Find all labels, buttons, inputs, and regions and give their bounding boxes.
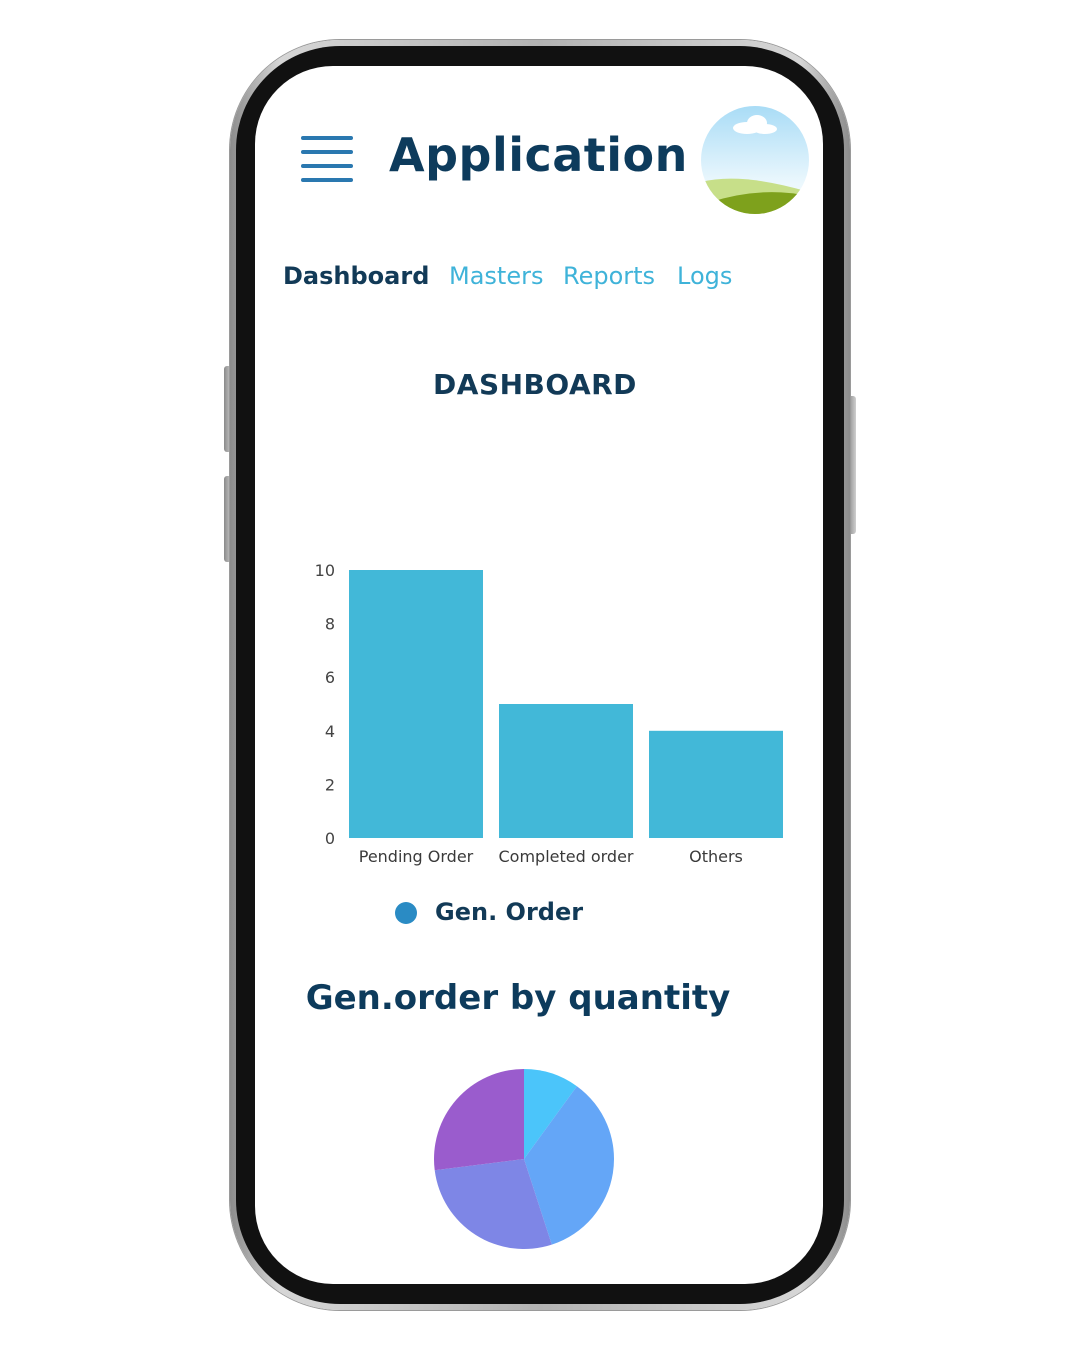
hamburger-menu-icon[interactable] [301, 136, 353, 184]
y-tick-label: 4 [325, 722, 335, 741]
legend-swatch [395, 902, 417, 924]
pie-chart-title: Gen.order by quantity [305, 978, 731, 1018]
y-tick-label: 10 [315, 561, 335, 580]
nav-dashboard[interactable]: Dashboard [283, 262, 429, 290]
y-tick-label: 6 [325, 668, 335, 687]
y-tick-label: 8 [325, 615, 335, 634]
x-tick-label: Completed order [498, 847, 633, 866]
x-tick-label: Others [689, 847, 743, 866]
bar[interactable] [649, 730, 783, 838]
bar[interactable] [349, 570, 483, 838]
nav-reports[interactable]: Reports [563, 262, 655, 290]
landscape-avatar-icon [701, 106, 809, 214]
pie-chart [434, 1069, 614, 1249]
nav-logs[interactable]: Logs [677, 262, 732, 290]
avatar[interactable] [701, 106, 809, 214]
stage: Application Dashboard Masters Reports Lo… [0, 0, 1080, 1350]
phone-screen: Application Dashboard Masters Reports Lo… [255, 66, 823, 1284]
y-tick-label: 0 [325, 829, 335, 848]
bar[interactable] [499, 704, 633, 838]
nav-masters[interactable]: Masters [449, 262, 543, 290]
dashboard-title: DASHBOARD [433, 368, 637, 401]
legend-label: Gen. Order [435, 898, 584, 926]
bar-chart: 0 2 4 6 8 10 Pending Order Completed order Other… [315, 561, 783, 866]
y-tick-label: 2 [325, 775, 335, 794]
app-title: Application [389, 128, 688, 182]
x-tick-label: Pending Order [359, 847, 474, 866]
pie-slice[interactable] [434, 1069, 524, 1171]
